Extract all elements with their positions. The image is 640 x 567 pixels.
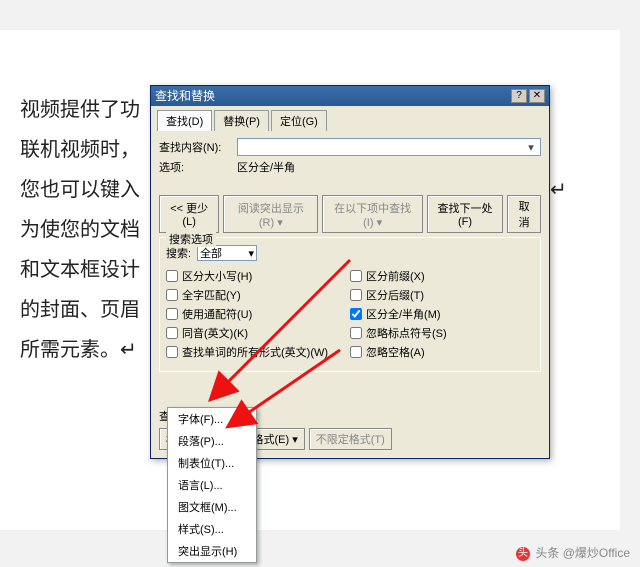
checkbox-input[interactable]: [350, 346, 362, 358]
find-replace-dialog: 查找和替换 ? ✕ 查找(D) 替换(P) 定位(G) 查找内容(N): ▾ 选…: [150, 85, 550, 459]
format-dropdown-menu: 字体(F)...段落(P)...制表位(T)...语言(L)...图文框(M).…: [167, 407, 257, 563]
dialog-tabs: 查找(D) 替换(P) 定位(G): [151, 106, 549, 131]
checkbox-input[interactable]: [166, 346, 178, 358]
chevron-down-icon: ▾: [249, 247, 255, 260]
search-options-group: 搜索选项 搜索: 全部▾ 区分大小写(H)全字匹配(Y)使用通配符(U)同音(英…: [159, 237, 541, 372]
menu-item-4[interactable]: 图文框(M)...: [168, 496, 256, 518]
checkbox-right-3[interactable]: 忽略标点符号(S): [350, 325, 534, 341]
no-format-button[interactable]: 不限定格式(T): [309, 428, 392, 450]
less-button[interactable]: << 更少(L): [159, 195, 219, 233]
cancel-button[interactable]: 取消: [507, 195, 541, 233]
close-button[interactable]: ✕: [529, 89, 545, 103]
checkbox-left-3[interactable]: 同音(英文)(K): [166, 325, 350, 341]
dialog-title: 查找和替换: [155, 86, 215, 106]
checkbox-right-4[interactable]: 忽略空格(A): [350, 344, 534, 360]
toutiao-logo-icon: 头: [516, 547, 530, 561]
menu-item-0[interactable]: 字体(F)...: [168, 408, 256, 430]
menu-item-5[interactable]: 样式(S)...: [168, 518, 256, 540]
tab-goto[interactable]: 定位(G): [271, 110, 327, 131]
checkbox-input[interactable]: [350, 308, 362, 320]
checkbox-input[interactable]: [166, 327, 178, 339]
checkbox-left-4[interactable]: 查找单词的所有形式(英文)(W): [166, 344, 350, 360]
search-direction-combo[interactable]: 全部▾: [197, 245, 257, 261]
reading-highlight-button[interactable]: 阅读突出显示(R) ▾: [223, 195, 318, 233]
search-direction-label: 搜索:: [166, 245, 191, 261]
checkbox-input[interactable]: [350, 289, 362, 301]
options-label: 选项:: [159, 159, 231, 175]
find-label: 查找内容(N):: [159, 139, 231, 155]
checkbox-input[interactable]: [166, 289, 178, 301]
dialog-titlebar[interactable]: 查找和替换 ? ✕: [151, 86, 549, 106]
menu-item-1[interactable]: 段落(P)...: [168, 430, 256, 452]
help-button[interactable]: ?: [511, 89, 527, 103]
options-value: 区分全/半角: [237, 159, 295, 175]
checkbox-right-0[interactable]: 区分前缀(X): [350, 268, 534, 284]
checkbox-right-2[interactable]: 区分全/半角(M): [350, 306, 534, 322]
checkbox-left-2[interactable]: 使用通配符(U): [166, 306, 350, 322]
checkbox-left-1[interactable]: 全字匹配(Y): [166, 287, 350, 303]
watermark: 头 头条 @爆炒Office: [516, 544, 630, 561]
checkbox-right-1[interactable]: 区分后缀(T): [350, 287, 534, 303]
menu-item-6[interactable]: 突出显示(H): [168, 540, 256, 562]
find-input[interactable]: ▾: [237, 138, 541, 156]
find-next-button[interactable]: 查找下一处(F): [427, 195, 503, 233]
menu-item-3[interactable]: 语言(L)...: [168, 474, 256, 496]
menu-item-2[interactable]: 制表位(T)...: [168, 452, 256, 474]
checkbox-input[interactable]: [350, 270, 362, 282]
chevron-down-icon: ▾: [524, 141, 538, 154]
checkbox-input[interactable]: [166, 270, 178, 282]
checkbox-input[interactable]: [166, 308, 178, 320]
find-in-button[interactable]: 在以下项中查找(I) ▾: [322, 195, 423, 233]
checkbox-left-0[interactable]: 区分大小写(H): [166, 268, 350, 284]
checkbox-input[interactable]: [350, 327, 362, 339]
tab-find[interactable]: 查找(D): [157, 110, 212, 131]
tab-replace[interactable]: 替换(P): [214, 110, 269, 131]
